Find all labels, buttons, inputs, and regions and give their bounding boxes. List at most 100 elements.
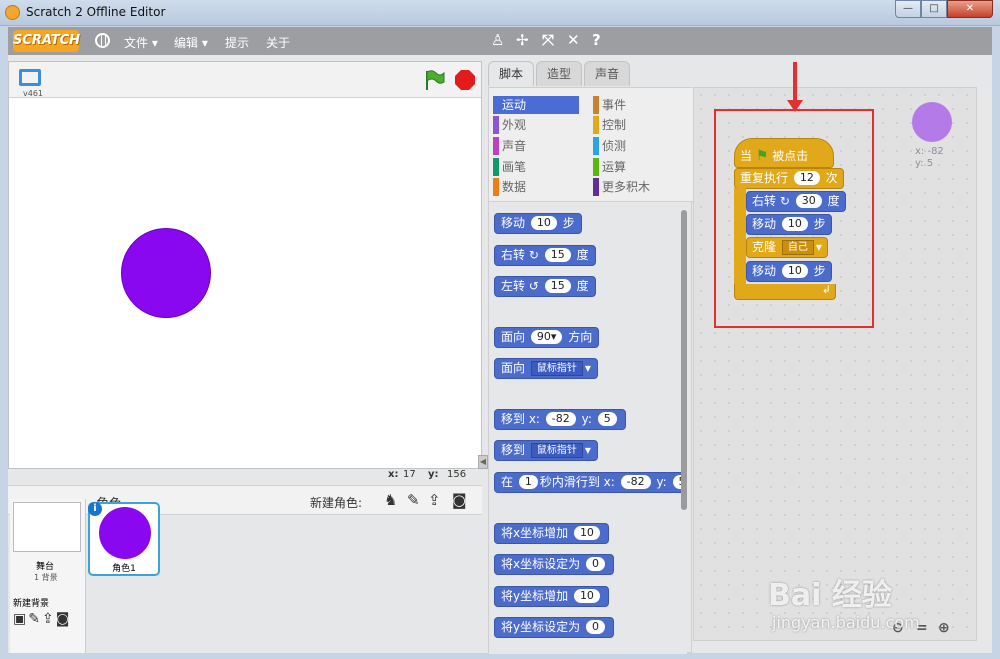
window-title: Scratch 2 Offline Editor (26, 5, 166, 19)
sprite-thumbnail-image (99, 507, 151, 559)
sprite-name: 角色1 (112, 564, 136, 574)
block-point-in-direction[interactable]: 面向 90▾ 方向 (494, 327, 600, 348)
category-color-bar (493, 116, 499, 134)
duplicate-icon[interactable]: ♙ (491, 32, 504, 48)
category-data[interactable]: 数据 (493, 178, 526, 196)
script-when-flag-clicked[interactable]: 当 ⚑ 被点击 (734, 138, 834, 168)
input-repeat-count[interactable]: 12 (793, 171, 820, 185)
menu-file[interactable]: 文件 ▾ (124, 34, 158, 51)
script-repeat[interactable]: 重复执行 12 次 (734, 168, 844, 189)
turn-left-icon: ↺ (528, 279, 539, 293)
paint-new-sprite-icon[interactable]: ✎ (407, 491, 420, 509)
zoom-in-icon[interactable]: ⊕ (938, 620, 950, 636)
shrink-icon[interactable]: ✕ (567, 32, 580, 48)
input-value[interactable]: 10 (573, 526, 600, 540)
input-value[interactable]: 10 (573, 589, 600, 603)
help-icon[interactable]: ? (592, 32, 601, 48)
stage-header: v461 (9, 62, 481, 98)
input-degrees[interactable]: 15 (544, 279, 571, 293)
block-move-steps[interactable]: 移动 10 步 (494, 213, 582, 234)
turn-right-icon: ↻ (779, 194, 790, 208)
tab-sounds[interactable]: 声音 (584, 61, 630, 86)
stage-thumbnail[interactable]: 舞台 1 背景 新建背景 ▣✎⇪◙ (10, 499, 86, 653)
input-x[interactable]: -82 (620, 475, 651, 489)
block-turn-right[interactable]: 右转 ↻ 15 度 (494, 245, 596, 266)
new-backdrop-icons[interactable]: ▣✎⇪◙ (13, 611, 71, 627)
current-sprite-coords: x: -82 y: 5 (915, 146, 944, 169)
category-sensing[interactable]: 侦测 (593, 137, 626, 155)
sprite-thumbnail[interactable]: 角色1 i (88, 502, 160, 576)
grow-icon[interactable]: ⤧ (542, 32, 554, 48)
category-label: 控制 (602, 118, 627, 132)
tab-costumes[interactable]: 造型 (536, 61, 582, 86)
info-icon[interactable]: i (88, 502, 102, 516)
block-point-towards[interactable]: 面向 鼠标指针 ▾ (494, 358, 598, 379)
input-steps[interactable]: 10 (781, 217, 808, 231)
menu-tips[interactable]: 提示 (225, 34, 249, 51)
backdrop-count: 1 背景 (34, 573, 58, 582)
current-sprite-preview (912, 102, 952, 142)
category-sound[interactable]: 声音 (493, 137, 526, 155)
dropdown-target[interactable]: 鼠标指针 (530, 443, 583, 458)
category-looks[interactable]: 外观 (493, 116, 526, 134)
upload-sprite-icon[interactable]: ⇪ (428, 491, 441, 509)
scripts-area[interactable]: 当 ⚑ 被点击 重复执行 12 次 右转 ↻ 30 度 移动 10 步 克隆 自… (693, 87, 977, 641)
input-direction[interactable]: 90▾ (530, 330, 563, 344)
collapse-stage-button[interactable]: ◀ (478, 455, 488, 469)
palette-scrollbar[interactable] (681, 210, 687, 510)
green-flag-icon[interactable] (423, 69, 445, 91)
category-events[interactable]: 事件 (593, 96, 626, 114)
stop-icon[interactable] (455, 70, 475, 90)
input-degrees[interactable]: 15 (544, 248, 571, 262)
category-motion[interactable]: 运动 (493, 96, 579, 114)
maximize-button[interactable]: □ (921, 0, 947, 18)
block-set-x[interactable]: 将x坐标设定为 0 (494, 554, 614, 575)
block-change-y[interactable]: 将y坐标增加 10 (494, 586, 609, 607)
script-move-1[interactable]: 移动 10 步 (746, 214, 832, 235)
presentation-mode-icon[interactable] (19, 69, 41, 86)
green-flag-icon: ⚑ (755, 148, 769, 164)
language-globe-icon[interactable] (95, 33, 110, 48)
block-turn-left[interactable]: 左转 ↺ 15 度 (494, 276, 596, 297)
category-pen[interactable]: 画笔 (493, 158, 526, 176)
stage-sprite-circle[interactable] (121, 228, 211, 318)
input-steps[interactable]: 10 (530, 216, 557, 230)
watermark-url: jingyan.baidu.com (772, 613, 920, 632)
camera-icon[interactable]: ◙ (452, 491, 467, 509)
input-degrees[interactable]: 30 (795, 194, 822, 208)
block-goto-xy[interactable]: 移到 x: -82 y: 5 (494, 409, 626, 430)
delete-icon[interactable]: ✢ (516, 32, 529, 48)
tab-scripts[interactable]: 脚本 (488, 61, 534, 86)
script-move-2[interactable]: 移动 10 步 (746, 261, 832, 282)
menu-edit[interactable]: 编辑 ▾ (174, 34, 208, 51)
scratch-logo[interactable]: SCRATCH (13, 30, 80, 52)
category-operators[interactable]: 运算 (593, 158, 626, 176)
category-label: 更多积木 (602, 180, 651, 194)
block-set-y[interactable]: 将y坐标设定为 0 (494, 617, 614, 638)
script-create-clone[interactable]: 克隆 自己 ▾ (746, 237, 828, 258)
menu-about[interactable]: 关于 (266, 34, 290, 51)
stage-thumbnail-image (13, 502, 81, 552)
script-turn-right[interactable]: 右转 ↻ 30 度 (746, 191, 846, 212)
block-goto[interactable]: 移到 鼠标指针 ▾ (494, 440, 598, 461)
category-more-blocks[interactable]: 更多积木 (593, 178, 650, 196)
block-change-x[interactable]: 将x坐标增加 10 (494, 523, 609, 544)
input-x[interactable]: -82 (545, 412, 576, 426)
category-color-bar (593, 96, 599, 114)
input-steps[interactable]: 10 (781, 264, 808, 278)
block-palette: 运动 事件 外观 控制 声音 侦测 画笔 运算 数据 更多积木 移动 10 步 … (488, 87, 693, 654)
block-glide[interactable]: 在 1秒内滑行到 x: -82 y: 5 (494, 472, 686, 493)
dropdown-target[interactable]: 鼠标指针 (530, 361, 583, 376)
stage-panel: v461 (8, 61, 482, 469)
category-label: 运算 (602, 160, 627, 174)
choose-sprite-library-icon[interactable]: ♞ (384, 491, 397, 509)
input-y[interactable]: 5 (597, 412, 617, 426)
category-control[interactable]: 控制 (593, 116, 626, 134)
input-value[interactable]: 0 (585, 620, 605, 634)
dropdown-clone-target[interactable]: 自己 (781, 240, 814, 255)
input-secs[interactable]: 1 (518, 475, 538, 489)
minimize-button[interactable]: — (895, 0, 921, 18)
input-value[interactable]: 0 (585, 557, 605, 571)
close-button[interactable]: ✕ (947, 0, 993, 18)
scripts-scrollbar[interactable] (978, 87, 992, 641)
